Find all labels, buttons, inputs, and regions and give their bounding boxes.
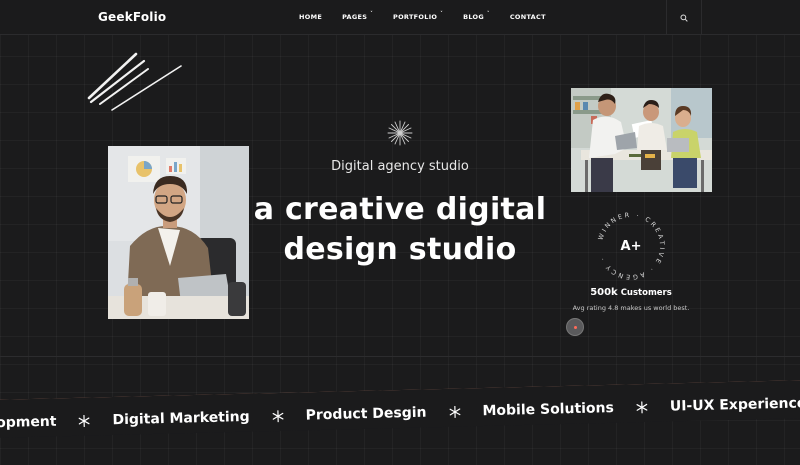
cursor-dot [573,325,577,329]
snowflake-icon [448,405,460,419]
nav-item-blog[interactable]: BLOG ˅ [463,11,490,21]
nav-item-pages[interactable]: PAGES ˅ [342,11,374,21]
nav-label: CONTACT [509,13,546,21]
snowflake-icon [636,401,648,414]
site-header: GeekFolio HOME PAGES ˅ PORTFOLIO ˅ BLOG … [0,0,800,35]
chevron-down-icon: ˅ [440,11,444,17]
marquee-item: Digital Marketing [112,408,250,429]
customers-value: 500k [590,287,618,298]
chevron-down-icon: ˅ [370,11,374,17]
main-nav: HOME PAGES ˅ PORTFOLIO ˅ BLOG ˅ CONTACT [299,11,566,21]
decorative-strokes [87,52,182,111]
nav-label: BLOG [463,13,484,21]
nav-item-contact[interactable]: CONTACT [510,13,546,21]
nav-label: HOME [299,13,323,21]
mouse-cursor-follower [566,318,584,336]
search-icon [680,13,688,22]
hero-photo-team [571,88,712,192]
marquee-item: Product Desgin [305,404,427,424]
starburst-icon [387,120,413,146]
nav-label: PORTFOLIO [393,13,438,21]
marquee-item: opment [0,413,57,432]
nav-label: PAGES [342,13,368,21]
hero-tagline: Digital agency studio [331,159,469,174]
hero-headline-line1: a creative digital [253,192,547,227]
snowflake-icon [272,410,284,423]
hero-headline-line2: design studio [283,232,517,267]
hero-headline: a creative digital design studio [0,190,800,270]
award-badge: WINNER · CREATIVE · AGENCY · A+ [591,206,671,286]
section-divider [0,356,800,357]
marquee-item: UI-UX Experience [669,395,800,415]
snowflake-icon [78,414,90,428]
brand-logo[interactable]: GeekFolio [98,10,166,24]
marquee-item: Mobile Solutions [482,400,615,420]
rating-text: Avg rating 4.8 makes us world best. [572,304,690,312]
nav-item-portfolio[interactable]: PORTFOLIO ˅ [393,11,444,21]
customers-stat: 500k Customers [560,287,702,298]
chevron-down-icon: ˅ [487,11,490,17]
customers-label: Customers [620,288,672,298]
services-marquee: opment Digital Marketing Product Desgin … [0,378,800,438]
badge-grade: A+ [620,238,642,254]
search-button[interactable] [666,0,702,35]
nav-item-home[interactable]: HOME [299,13,322,21]
